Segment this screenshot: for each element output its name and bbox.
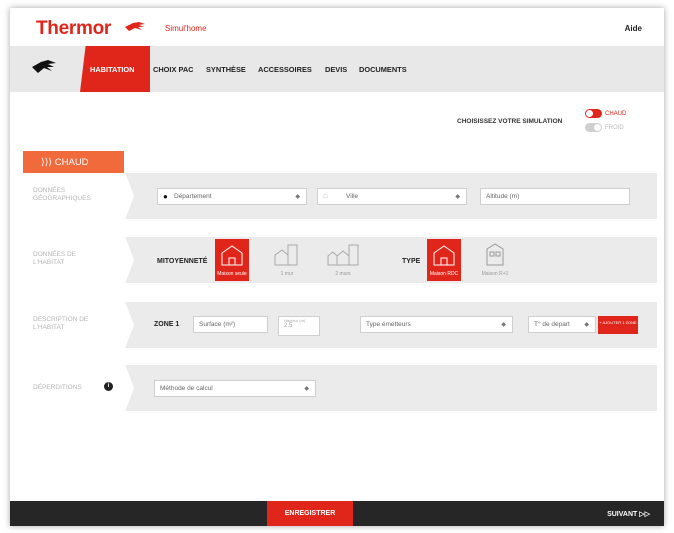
footer-bar: ENREGISTRER SUIVANT ▷▷ [10,501,664,526]
section-tag: ⟩⟩⟩ CHAUD [23,151,124,173]
nav-tab-synthese[interactable]: SYNTHÈSE [206,65,246,74]
section-habitat-label: DONNÉES DE L'HABITAT [33,251,76,266]
house-r1-icon [486,243,504,266]
emetteurs-value: Type émetteurs [366,321,411,328]
section-geo-label: DONNÉES GÉOGRAPHIQUES [33,187,91,202]
altitude-input[interactable]: Altitude (m) [480,188,630,205]
zone-label: ZONE 1 [154,321,180,328]
nav-tab-devis[interactable]: DEVIS [325,65,347,74]
thermor-bird-icon [32,60,56,73]
house-option-label: 2 murs [335,271,351,277]
main-nav: HABITATION CHOIX PAC SYNTHÈSE ACCESSOIRE… [10,46,664,92]
house-type-label: Maison RDC [429,271,459,277]
chaud-toggle[interactable] [585,109,602,118]
add-zone-button[interactable]: + AJOUTER 1 ZONE [598,316,638,334]
house-type-label: Maison R+1 [481,271,509,277]
type-label: TYPE [402,258,421,265]
chaud-toggle-label: CHAUD [605,111,627,117]
methode-select[interactable]: Méthode de calcul ◆ [154,380,316,397]
nav-tab-accessoires[interactable]: ACCESSOIRES [258,65,312,74]
info-icon[interactable]: i [104,382,113,391]
chevron-down-icon: ◆ [295,194,300,200]
house-type-rdc[interactable]: Maison RDC [427,239,461,281]
section-habitat: DONNÉES DE L'HABITAT MITOYENNETÉ Maison … [23,237,657,283]
chevron-down-icon: ◆ [501,322,506,328]
section-description: DESCRIPTION DE L'HABITAT ZONE 1 Surface … [23,302,657,348]
departement-select[interactable]: ● Département ◆ [157,188,307,205]
house-option-2murs[interactable]: 2 murs [326,239,360,281]
house-icon [221,245,243,266]
house-option-label: 1 mur [280,271,294,277]
house-one-wall-icon [274,244,298,266]
brand-logo: Thermor [36,18,111,39]
top-bar: Thermor Simul'home Aide [10,8,664,46]
house-rdc-icon [433,245,455,266]
house-type-r1[interactable]: Maison R+1 [478,239,512,281]
surface-input[interactable]: Surface (m²) [193,316,268,333]
chevron-down-icon: ◆ [455,194,460,200]
section-geo: DONNÉES GÉOGRAPHIQUES ● Département ◆ ⌂ … [23,173,657,219]
section-tag-label: CHAUD [54,157,89,168]
froid-toggle-label: FROID [605,125,624,131]
nav-tab-habitation[interactable]: HABITATION [90,65,134,74]
froid-toggle[interactable] [585,123,602,132]
hauteur-input[interactable]: Hauteur (m) 2.5 [278,316,320,336]
section-deperditions: DÉPERDITIONS i Méthode de calcul ◆ [23,365,657,411]
section-habitat-header: DONNÉES DE L'HABITAT [23,237,134,283]
hauteur-value: 2.5 [284,323,293,329]
section-deperditions-label: DÉPERDITIONS [33,384,82,391]
city-icon: ⌂ [323,191,328,200]
location-pin-icon: ● [163,192,168,201]
help-link[interactable]: Aide [625,24,642,33]
brand-bird-icon [125,22,145,31]
chevrons-icon: ⟩⟩⟩ [41,157,55,168]
house-option-seule[interactable]: Maison seule [215,239,249,281]
departement-value: Département [174,193,212,200]
house-option-label: Maison seule [217,271,247,277]
chevron-down-icon: ◆ [584,322,589,328]
save-button[interactable]: ENREGISTRER [267,501,353,526]
chevron-down-icon: ◆ [304,386,309,392]
next-button[interactable]: SUIVANT ▷▷ [607,510,650,518]
methode-value: Méthode de calcul [160,385,213,392]
ville-select[interactable]: ⌂ Ville ◆ [317,188,467,205]
mitoyennete-label: MITOYENNETÉ [157,258,208,265]
nav-tab-choix-pac[interactable]: CHOIX PAC [153,65,194,74]
app-name: Simul'home [165,24,207,33]
app-frame: Thermor Simul'home Aide HABITATION CHOIX… [10,8,664,526]
ville-value: Ville [346,193,359,200]
section-description-header: DESCRIPTION DE L'HABITAT [23,302,134,348]
section-geo-header: DONNÉES GÉOGRAPHIQUES [23,173,134,219]
depart-select[interactable]: T° de départ ◆ [528,316,596,333]
section-deperditions-header: DÉPERDITIONS i [23,365,134,411]
depart-value: T° de départ [534,321,570,328]
emetteurs-select[interactable]: Type émetteurs ◆ [360,316,513,333]
house-two-walls-icon [327,244,359,266]
simulation-chooser-label: CHOISISSEZ VOTRE SIMULATION [457,118,563,125]
section-description-label: DESCRIPTION DE L'HABITAT [33,316,89,331]
nav-tab-documents[interactable]: DOCUMENTS [359,65,407,74]
house-option-1mur[interactable]: 1 mur [270,239,304,281]
